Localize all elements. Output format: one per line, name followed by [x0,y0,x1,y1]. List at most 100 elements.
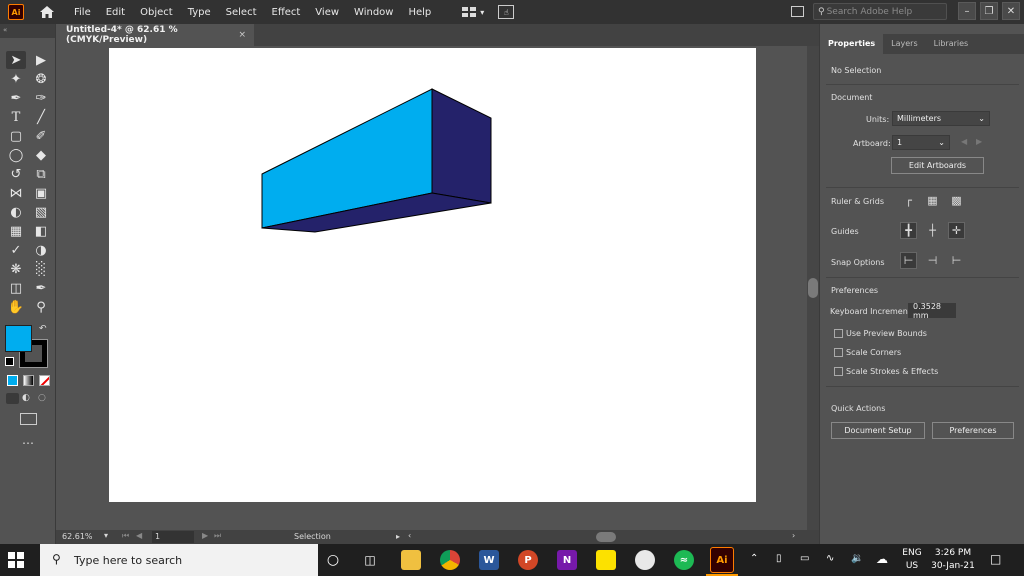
onenote-icon[interactable]: N [557,550,577,570]
shape-builder-tool-icon[interactable]: ◐ [6,203,26,221]
powerpoint-icon[interactable]: P [518,550,538,570]
rotate-tool-icon[interactable]: ↺ [6,165,26,183]
tab-libraries[interactable]: Libraries [926,34,977,54]
artboard-dropdown[interactable]: 1 ⌄ [892,135,950,150]
menu-edit[interactable]: Edit [106,7,132,18]
menu-type[interactable]: Type [188,7,218,18]
device-icon[interactable]: ▯ [776,553,782,564]
draw-behind-icon[interactable]: ◐ [22,393,35,404]
selection-tool-icon[interactable]: ➤ [6,51,26,69]
onedrive-icon[interactable]: ☁ [876,552,888,566]
magic-wand-tool-icon[interactable]: ✦ [6,70,26,88]
menu-object[interactable]: Object [140,7,180,18]
default-fill-stroke-icon[interactable] [5,357,14,366]
status-mode-arrow-icon[interactable]: ▸ [396,532,400,541]
rectangle-tool-icon[interactable]: ▢ [6,127,26,145]
language-indicator[interactable]: ENG US [900,548,924,571]
hscroll-left-icon[interactable]: ‹ [408,531,411,540]
home-icon[interactable] [38,4,56,20]
scale-tool-icon[interactable]: ⧉ [31,165,51,183]
show-guides-icon[interactable]: ╋ [900,222,917,239]
keyboard-increment-input[interactable]: 0.3528 mm [908,302,956,320]
taskbar-search-input[interactable]: ⚲ Type here to search [40,544,318,576]
screen-mode-icon[interactable] [20,413,37,425]
prev-artboard-icon[interactable]: ◀ [136,531,142,540]
draw-inside-icon[interactable]: ○ [38,393,51,404]
column-graph-tool-icon[interactable]: ░ [31,260,51,278]
hand-tool-icon[interactable]: ✋ [6,298,26,316]
sticky-notes-icon[interactable] [596,550,616,570]
snap-to-glyph-icon[interactable]: ⊢ [948,252,965,269]
eraser-tool-icon[interactable]: ◆ [31,146,51,164]
edit-artboards-button[interactable]: Edit Artboards [891,157,984,174]
shaper-tool-icon[interactable]: ◯ [6,146,26,164]
first-artboard-icon[interactable]: ⏮ [122,531,129,541]
next-artboard-arrow-icon[interactable]: ▶ [976,137,982,146]
line-segment-tool-icon[interactable]: ╱ [31,108,51,126]
symbol-sprayer-tool-icon[interactable]: ❋ [6,260,26,278]
type-tool-icon[interactable]: T [6,108,26,126]
close-tab-icon[interactable]: × [238,30,246,40]
menu-help[interactable]: Help [408,7,438,18]
zoom-tool-icon[interactable]: ⚲ [31,298,51,316]
canvas-area[interactable] [56,46,807,530]
zoom-dropdown-icon[interactable]: ▾ [104,531,108,540]
direct-selection-tool-icon[interactable]: ▶ [31,51,51,69]
lock-guides-icon[interactable]: ┼ [924,222,941,239]
artboard-number-input[interactable]: 1 [152,531,194,543]
transparency-grid-icon[interactable]: ▩ [948,192,965,209]
lasso-tool-icon[interactable]: ❂ [31,70,51,88]
vertical-scroll-thumb[interactable] [808,278,818,298]
status-mode[interactable]: Selection [294,532,331,541]
document-tab[interactable]: Untitled-4* @ 62.61 % (CMYK/Preview) × [56,24,254,46]
file-explorer-icon[interactable] [401,550,421,570]
snap-to-pixel-icon[interactable]: ⊣ [924,252,941,269]
artboard[interactable] [109,48,756,502]
mesh-tool-icon[interactable]: ▦ [6,222,26,240]
notifications-icon[interactable]: □ [990,552,1001,566]
gradient-tool-icon[interactable]: ◧ [31,222,51,240]
none-mode-icon[interactable] [39,375,50,386]
preferences-button[interactable]: Preferences [932,422,1014,439]
tab-properties[interactable]: Properties [820,34,884,54]
rulers-icon[interactable]: ┌ [900,192,917,209]
horizontal-scroll-thumb[interactable] [596,532,616,542]
show-hidden-icons-icon[interactable]: ⌃ [750,553,758,564]
free-transform-tool-icon[interactable]: ▣ [31,184,51,202]
zoom-level[interactable]: 62.61% [62,532,93,541]
menu-effect[interactable]: Effect [272,7,308,18]
menu-select[interactable]: Select [226,7,264,18]
search-adobe-help-input[interactable]: ⚲ Search Adobe Help [813,3,947,20]
menu-window[interactable]: Window [354,7,400,18]
chrome-icon[interactable] [440,550,460,570]
artboard-tool-icon[interactable]: ◫ [6,279,26,297]
units-dropdown[interactable]: Millimeters ⌄ [892,111,990,126]
width-tool-icon[interactable]: ⋈ [6,184,26,202]
use-preview-bounds-checkbox[interactable] [834,329,843,338]
smart-guides-icon[interactable]: ✛ [948,222,965,239]
menu-file[interactable]: File [74,7,98,18]
box-artwork[interactable] [109,48,756,502]
tools-panel-grip[interactable]: « [0,24,55,38]
scale-strokes-effects-checkbox[interactable] [834,367,843,376]
scale-corners-label[interactable]: Scale Corners [846,348,901,357]
start-button[interactable] [8,552,24,568]
scale-strokes-effects-label[interactable]: Scale Strokes & Effects [846,367,938,376]
restore-button[interactable]: ❐ [980,2,998,20]
perspective-grid-tool-icon[interactable]: ▧ [31,203,51,221]
power-icon[interactable]: ▭ [800,553,809,564]
grid-icon[interactable]: ▦ [924,192,941,209]
edit-toolbar-icon[interactable]: ⋯ [22,436,34,450]
cortana-icon[interactable]: ○ [323,550,343,570]
gpu-performance-icon[interactable]: ☝ [498,5,515,19]
curvature-tool-icon[interactable]: ✑ [31,89,51,107]
slice-tool-icon[interactable]: ✒ [31,279,51,297]
swap-fill-stroke-icon[interactable]: ↶ [39,324,47,334]
blend-tool-icon[interactable]: ◑ [31,241,51,259]
wifi-icon[interactable]: ∿ [826,553,834,564]
gradient-mode-icon[interactable] [23,375,34,386]
snipping-tool-icon[interactable] [635,550,655,570]
pen-tool-icon[interactable]: ✒ [6,89,26,107]
next-artboard-icon[interactable]: ▶ [202,531,208,540]
use-preview-bounds-label[interactable]: Use Preview Bounds [846,329,927,338]
